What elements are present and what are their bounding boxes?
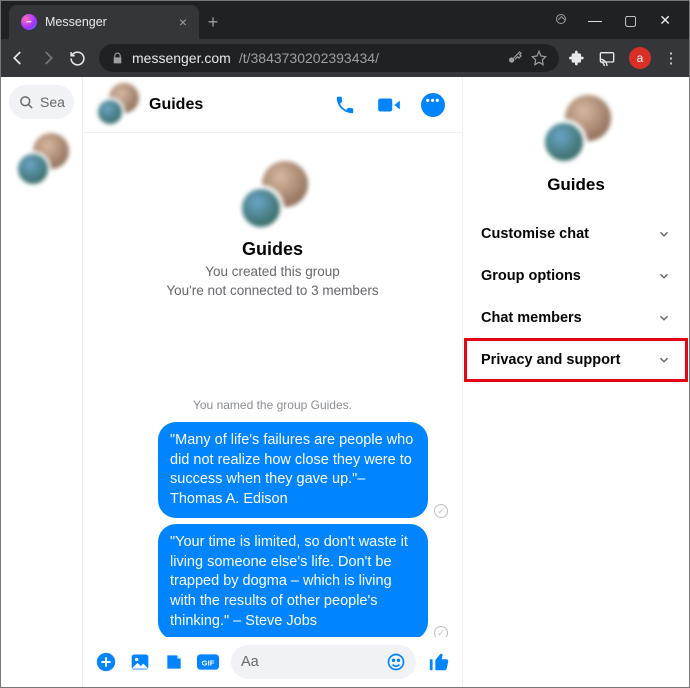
customise-chat-section[interactable]: Customise chat bbox=[465, 213, 687, 255]
voice-call-button[interactable] bbox=[328, 88, 362, 122]
cast-icon[interactable] bbox=[599, 50, 619, 66]
forward-button[interactable] bbox=[39, 49, 59, 67]
browser-toolbar: messenger.com/t/3843730202393434/ a ⋮ bbox=[1, 39, 689, 77]
chevron-down-icon bbox=[657, 353, 671, 367]
key-icon[interactable] bbox=[507, 50, 523, 66]
sent-status-icon: ✓ bbox=[434, 504, 448, 518]
back-button[interactable] bbox=[9, 49, 29, 67]
star-icon[interactable] bbox=[531, 50, 547, 66]
intro-title: Guides bbox=[97, 239, 448, 260]
intro-subline: You created this group bbox=[97, 264, 448, 279]
privacy-support-section[interactable]: Privacy and support bbox=[465, 339, 687, 381]
section-label: Group options bbox=[481, 268, 581, 284]
section-label: Customise chat bbox=[481, 226, 589, 242]
group-avatar-icon bbox=[95, 83, 139, 127]
group-avatar-icon bbox=[541, 95, 611, 165]
image-button[interactable] bbox=[129, 652, 151, 672]
new-tab-button[interactable]: + bbox=[199, 12, 227, 39]
chevron-down-icon bbox=[657, 227, 671, 241]
extensions-icon[interactable] bbox=[569, 50, 589, 66]
info-title: Guides bbox=[473, 175, 679, 195]
message-placeholder: Aa bbox=[241, 654, 259, 670]
search-placeholder: Sea bbox=[40, 94, 65, 110]
chat-info-button[interactable] bbox=[416, 88, 450, 122]
chat-intro: Guides You created this group You're not… bbox=[97, 143, 448, 298]
close-window-button[interactable]: ✕ bbox=[659, 12, 671, 29]
emoji-button[interactable] bbox=[386, 652, 406, 672]
browser-tab[interactable]: Messenger × bbox=[9, 5, 199, 39]
message-row: "Many of life's failures are people who … bbox=[97, 422, 448, 518]
svg-text:GIF: GIF bbox=[202, 658, 215, 667]
add-attachment-button[interactable] bbox=[95, 651, 117, 673]
message-input[interactable]: Aa bbox=[231, 645, 416, 679]
conversation-item[interactable] bbox=[9, 133, 74, 187]
message-row: "Your time is limited, so don't waste it… bbox=[97, 524, 448, 637]
browser-tab-bar: Messenger × + — ▢ ✕ bbox=[1, 1, 689, 39]
window-controls: — ▢ ✕ bbox=[556, 12, 689, 39]
messenger-favicon bbox=[21, 14, 37, 30]
minimize-button[interactable]: — bbox=[588, 12, 602, 29]
url-path: /t/3843730202393434/ bbox=[239, 50, 379, 66]
system-message: You named the group Guides. bbox=[97, 398, 448, 412]
chat-members-section[interactable]: Chat members bbox=[465, 297, 687, 339]
sticker-button[interactable] bbox=[163, 652, 185, 672]
tab-title: Messenger bbox=[45, 15, 107, 29]
lock-icon bbox=[111, 52, 124, 65]
info-panel: Guides Customise chat Group options Chat… bbox=[463, 77, 689, 687]
message-bubble[interactable]: "Many of life's failures are people who … bbox=[158, 422, 428, 518]
group-options-section[interactable]: Group options bbox=[465, 255, 687, 297]
menu-icon[interactable]: ⋮ bbox=[661, 49, 681, 67]
section-label: Privacy and support bbox=[481, 352, 620, 368]
section-label: Chat members bbox=[481, 310, 582, 326]
address-bar[interactable]: messenger.com/t/3843730202393434/ bbox=[99, 44, 559, 72]
url-domain: messenger.com bbox=[132, 50, 231, 66]
video-call-button[interactable] bbox=[372, 88, 406, 122]
search-input[interactable]: Sea bbox=[9, 85, 74, 119]
search-icon bbox=[19, 95, 34, 110]
like-button[interactable] bbox=[428, 651, 450, 673]
composer: GIF Aa bbox=[83, 637, 462, 687]
maximize-button[interactable]: ▢ bbox=[624, 12, 637, 29]
profile-button[interactable]: a bbox=[629, 47, 651, 69]
incognito-indicator-icon bbox=[556, 14, 566, 24]
group-avatar-icon bbox=[238, 161, 308, 231]
gif-button[interactable]: GIF bbox=[197, 653, 219, 671]
reload-button[interactable] bbox=[69, 50, 89, 67]
chat-body: Guides You created this group You're not… bbox=[83, 133, 462, 637]
chat-title[interactable]: Guides bbox=[149, 96, 203, 114]
chevron-down-icon bbox=[657, 311, 671, 325]
message-bubble[interactable]: "Your time is limited, so don't waste it… bbox=[158, 524, 428, 637]
close-tab-icon[interactable]: × bbox=[179, 14, 187, 30]
group-avatar-icon bbox=[15, 133, 69, 187]
intro-subline: You're not connected to 3 members bbox=[97, 283, 448, 298]
chevron-down-icon bbox=[657, 269, 671, 283]
chat-header: Guides bbox=[83, 77, 462, 133]
sent-status-icon: ✓ bbox=[434, 626, 448, 637]
